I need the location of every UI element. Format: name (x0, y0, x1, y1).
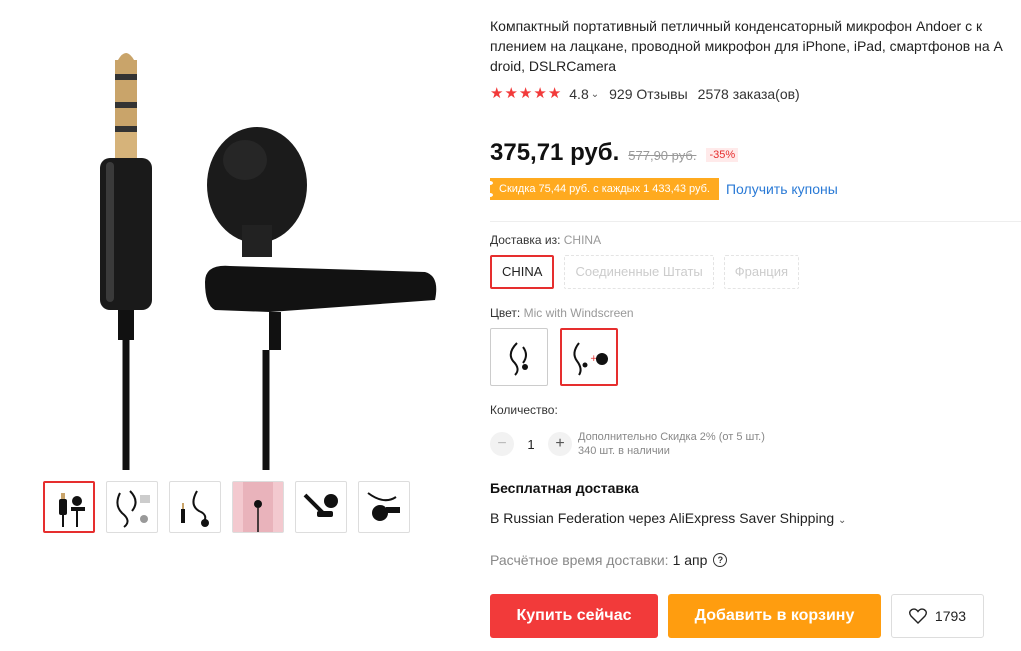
color-swatch-mic-windscreen[interactable]: + (560, 328, 618, 386)
thumbnail-4[interactable] (232, 481, 284, 533)
buy-now-button[interactable]: Купить сейчас (490, 594, 658, 638)
quantity-info: Дополнительно Скидка 2% (от 5 шт.) 340 ш… (578, 430, 765, 458)
coupon-row: Скидка 75,44 руб. с каждых 1 433,43 руб.… (487, 178, 838, 200)
extra-discount: Дополнительно Скидка 2% (от 5 шт.) (578, 431, 765, 443)
color-label: Цвет: Mic with Windscreen (490, 306, 634, 320)
star-icon: ★ (504, 85, 518, 102)
price-row: 375,71 руб. 577,90 руб. -35% (490, 139, 739, 167)
star-icon: ★ (547, 85, 562, 102)
discount-badge: -35% (706, 148, 739, 162)
rating-row: ★ ★ ★ ★ ★ 4.8 ⌄ 929 Отзывы 2578 заказа(о… (490, 85, 800, 103)
ship-option-usa[interactable]: Соединенные Штаты (564, 255, 714, 289)
coupon-badge: Скидка 75,44 руб. с каждых 1 433,43 руб. (487, 178, 719, 200)
star-icon: ★ (518, 85, 533, 102)
thumbnail-5[interactable] (295, 481, 347, 533)
divider (490, 221, 1021, 222)
color-swatch-mic[interactable] (490, 328, 548, 386)
rating-value[interactable]: 4.8 (569, 86, 588, 102)
original-price: 577,90 руб. (628, 148, 697, 163)
stock-count: 340 шт. в наличии (578, 445, 670, 457)
star-icon: ★ (533, 85, 547, 102)
wishlist-button[interactable]: 1793 (891, 594, 984, 638)
quantity-plus-button[interactable]: + (548, 432, 572, 456)
shipping-method-text: В Russian Federation через AliExpress Sa… (490, 510, 835, 526)
shipping-method-selector[interactable]: В Russian Federation через AliExpress Sa… (490, 510, 846, 526)
free-shipping-title: Бесплатная доставка (490, 480, 639, 496)
thumbnail-3[interactable] (169, 481, 221, 533)
ship-from-label-text: Доставка из: (490, 233, 561, 247)
eta-date: 1 апр (672, 552, 708, 568)
quantity-label: Количество: (490, 403, 558, 417)
chevron-down-icon[interactable]: ⌄ (591, 89, 599, 100)
eta-label: Расчётное время доставки: (490, 552, 669, 568)
chevron-down-icon: ⌄ (838, 515, 847, 526)
ship-from-label: Доставка из: CHINA (490, 233, 601, 247)
ship-option-china[interactable]: CHINA (490, 255, 555, 289)
color-label-text: Цвет: (490, 306, 521, 320)
product-gallery (0, 0, 480, 651)
ship-option-france[interactable]: Франция (723, 255, 800, 289)
quantity-stepper: − 1 + Дополнительно Скидка 2% (от 5 шт.)… (490, 430, 765, 458)
heart-icon (908, 608, 927, 624)
orders-count: 2578 заказа(ов) (697, 86, 800, 102)
thumbnail-1[interactable] (43, 481, 95, 533)
color-options: + (490, 328, 618, 386)
get-coupons-link[interactable]: Получить купоны (726, 181, 838, 197)
add-to-cart-button[interactable]: Добавить в корзину (668, 594, 881, 638)
star-icon: ★ (490, 85, 504, 102)
ship-from-options: CHINA Соединенные Штаты Франция (490, 255, 800, 289)
product-info: Компактный портативный петличный конденс… (487, 0, 1021, 651)
reviews-count[interactable]: 929 Отзывы (609, 86, 688, 102)
ship-from-value: CHINA (563, 233, 602, 247)
quantity-value[interactable]: 1 (514, 437, 548, 452)
thumbnail-strip (43, 481, 410, 533)
product-title: Компактный портативный петличный конденс… (490, 18, 1003, 74)
delivery-estimate: Расчётное время доставки: 1 апр ? (490, 552, 728, 568)
thumbnail-6[interactable] (358, 481, 410, 533)
help-icon[interactable]: ? (713, 553, 728, 567)
color-value: Mic with Windscreen (523, 306, 634, 320)
wishlist-count: 1793 (934, 608, 967, 624)
thumbnail-2[interactable] (106, 481, 158, 533)
current-price: 375,71 руб. (490, 139, 620, 166)
main-product-image[interactable] (40, 20, 470, 470)
rating-stars: ★ ★ ★ ★ ★ (490, 85, 561, 103)
quantity-minus-button[interactable]: − (490, 432, 514, 456)
